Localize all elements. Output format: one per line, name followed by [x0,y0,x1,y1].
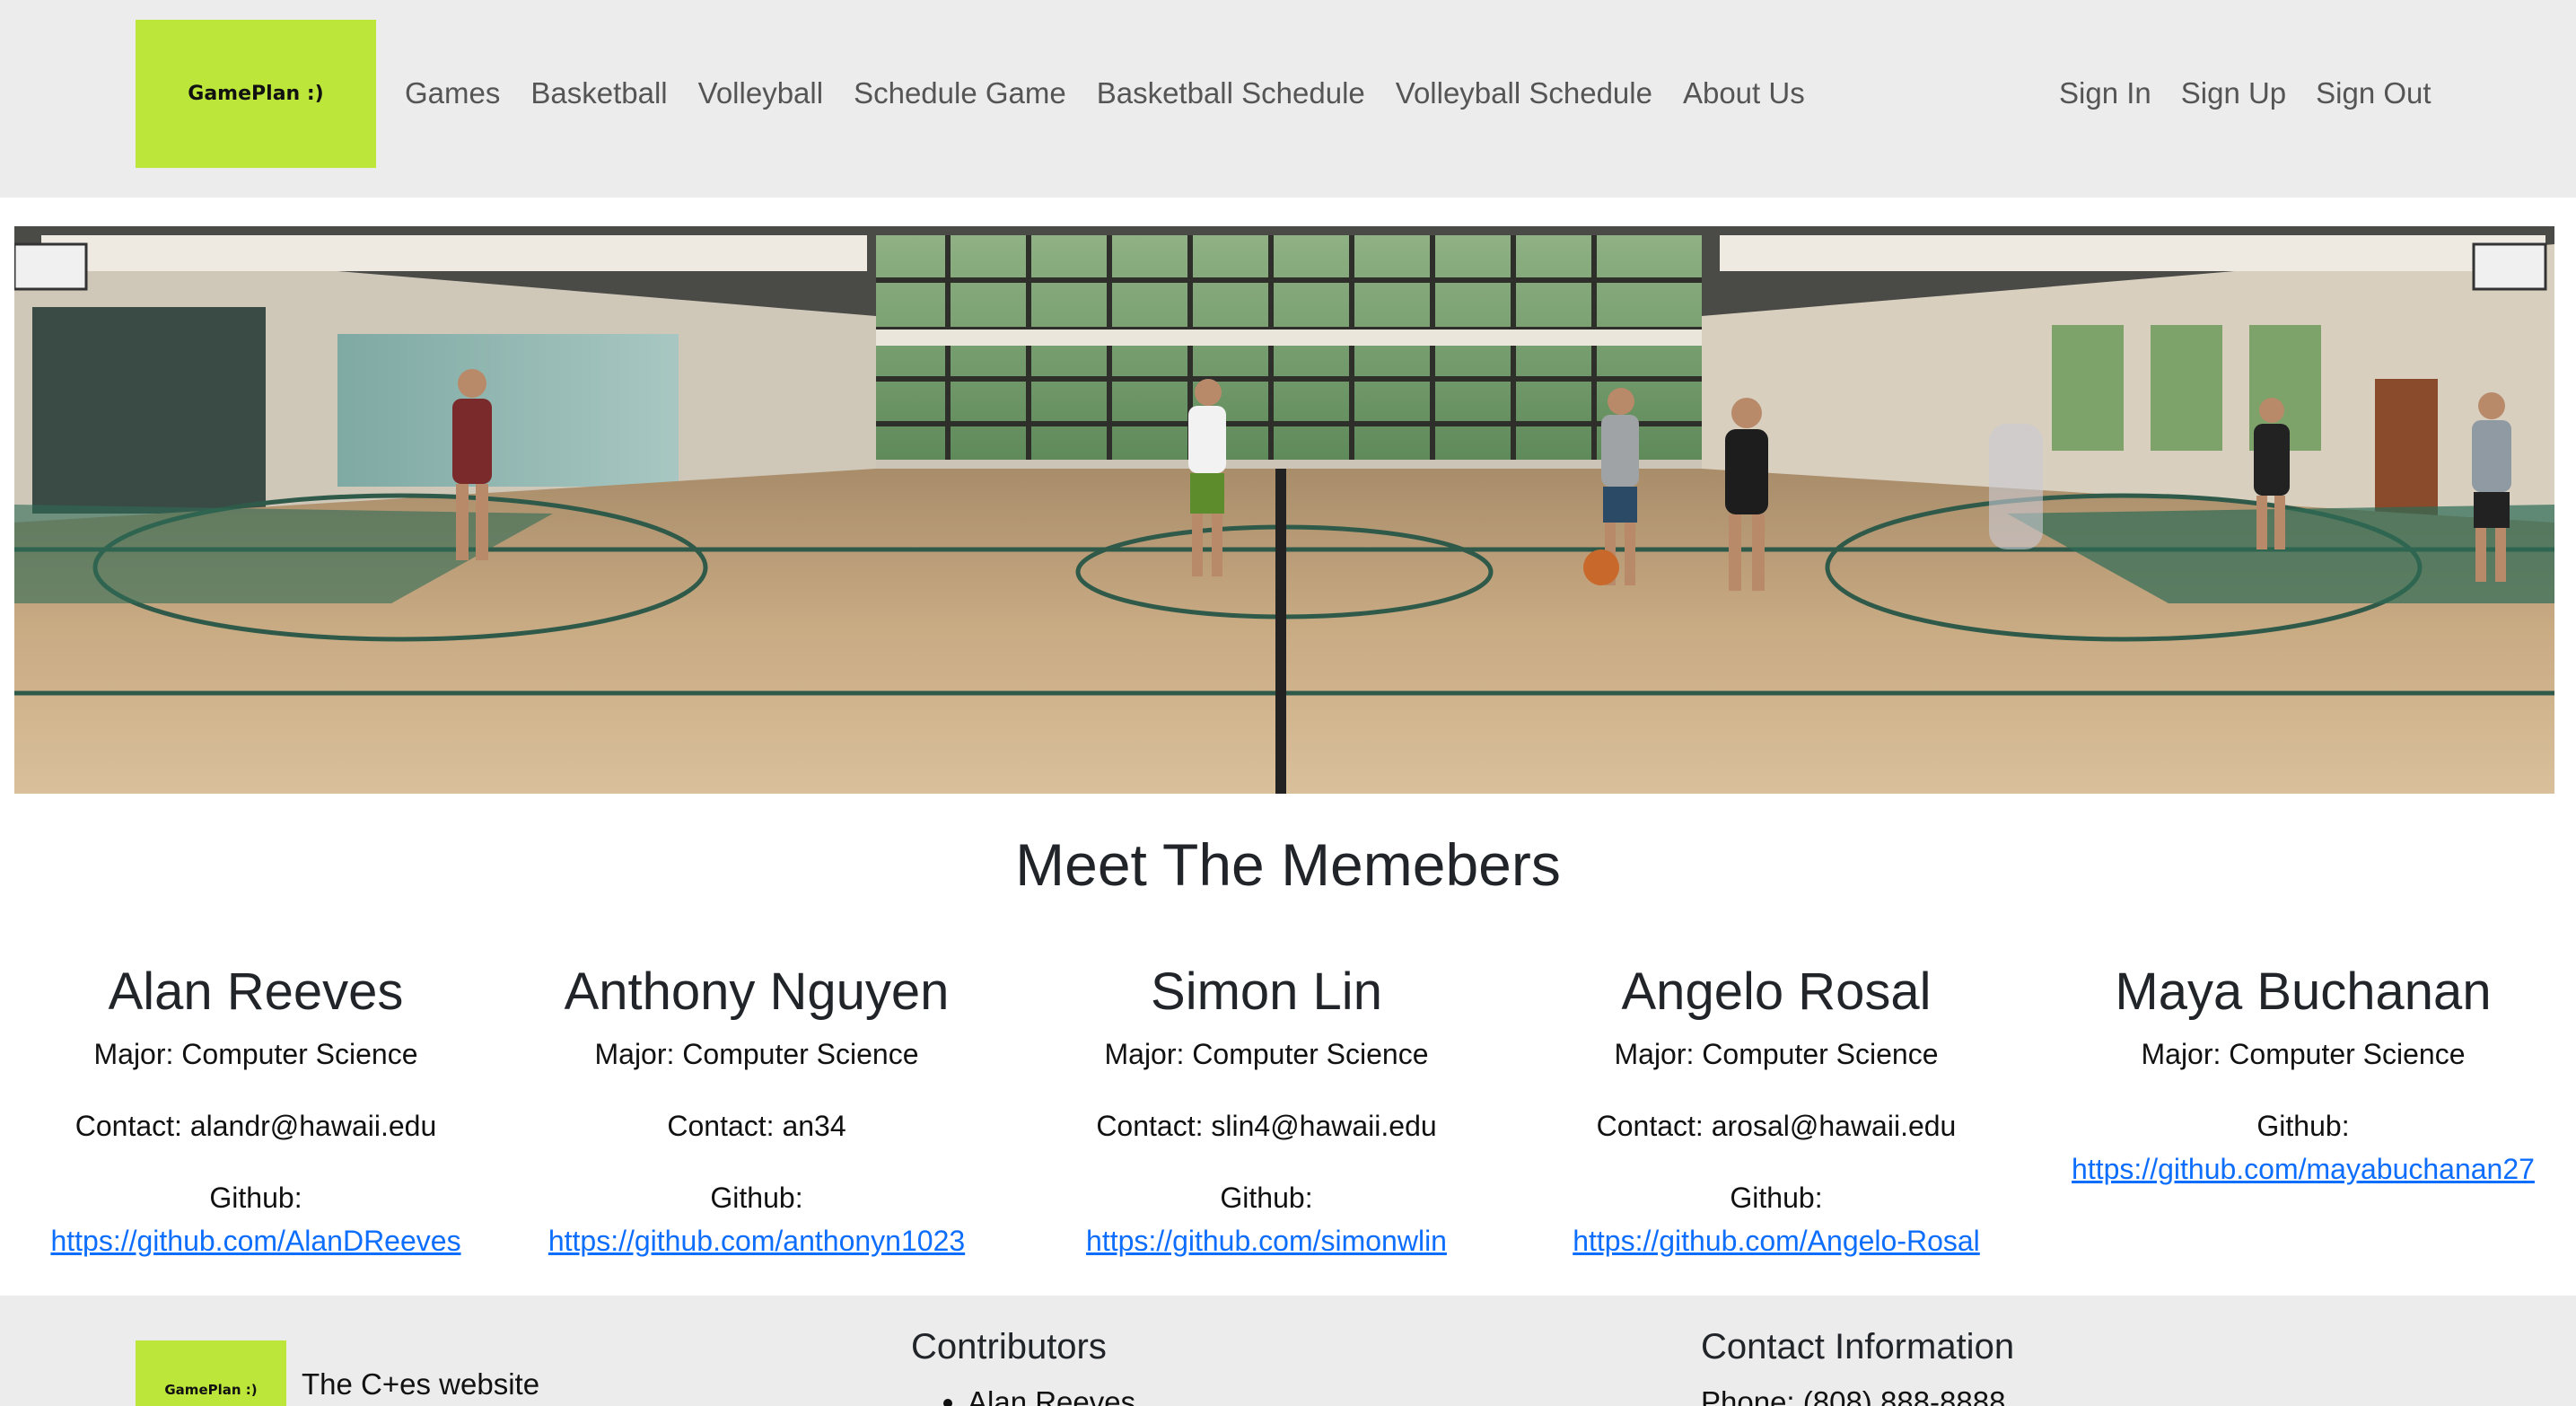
member-name: Simon Lin [1151,962,1382,1021]
github-label: Github: [1220,1182,1313,1214]
member-name: Maya Buchanan [2115,962,2492,1021]
member-major: Major: Computer Science [594,1038,919,1070]
member-major: Major: Computer Science [2141,1038,2466,1070]
sign-up-link[interactable]: Sign Up [2181,76,2286,110]
footer-logo-text: GamePlan :) [164,1382,258,1398]
sign-in-link[interactable]: Sign In [2059,76,2151,110]
member-github: Github: https://github.com/Angelo-Rosal [1521,1176,2031,1262]
contact-heading: Contact Information [1701,1327,2015,1366]
navbar: GamePlan :) Games Basketball Volleyball … [0,0,2576,198]
logo-text: GamePlan :) [188,83,324,105]
member-name: Angelo Rosal [1621,962,1932,1021]
members-section-title: Meet The Memebers [1015,831,1561,898]
github-label: Github: [1730,1182,1823,1214]
contributors-heading: Contributors [911,1327,1107,1366]
contributors-list: Alan Reeves [941,1385,1135,1406]
footer-logo[interactable]: GamePlan :) [136,1340,286,1406]
member-contact: Contact: slin4@hawaii.edu [1096,1110,1437,1142]
contributor-item: Alan Reeves [968,1385,1135,1406]
github-link[interactable]: https://github.com/simonwlin [1012,1219,1521,1262]
github-label: Github: [710,1182,803,1214]
github-label: Github: [2256,1110,2350,1142]
member-card: Simon Lin Major: Computer Science Contac… [1012,952,1521,1262]
member-name: Alan Reeves [108,962,404,1021]
member-major: Major: Computer Science [93,1038,418,1070]
github-link[interactable]: https://github.com/mayabuchanan27 [2048,1147,2558,1191]
github-link[interactable]: https://github.com/AlanDReeves [1,1219,511,1262]
brand-logo[interactable]: GamePlan :) [136,20,376,168]
nav-link-basketball-schedule[interactable]: Basketball Schedule [1097,76,1365,110]
nav-link-about-us[interactable]: About Us [1683,76,1805,110]
member-contact: Contact: alandr@hawaii.edu [74,1110,437,1142]
member-github: Github: https://github.com/AlanDReeves [1,1176,511,1262]
member-contact: Contact: an34 [667,1110,846,1142]
member-card: Anthony Nguyen Major: Computer Science C… [502,952,1012,1262]
footer-site-text: The C+es website [302,1367,540,1401]
sign-out-link[interactable]: Sign Out [2316,76,2431,110]
nav-link-schedule-game[interactable]: Schedule Game [854,76,1066,110]
github-label: Github: [209,1182,302,1214]
members-grid: Alan Reeves Major: Computer Science Cont… [0,952,2576,1293]
contact-phone: Phone: (808) 888-8888 [1701,1385,2006,1406]
footer: GamePlan :) The C+es website Contributor… [0,1296,2576,1406]
nav-link-volleyball-schedule[interactable]: Volleyball Schedule [1396,76,1652,110]
member-major: Major: Computer Science [1614,1038,1939,1070]
github-link[interactable]: https://github.com/anthonyn1023 [502,1219,1012,1262]
hero-gym-image [14,226,2554,794]
github-link[interactable]: https://github.com/Angelo-Rosal [1521,1219,2031,1262]
main-nav: Games Basketball Volleyball Schedule Gam… [405,70,1836,117]
member-github: Github: https://github.com/mayabuchanan2… [2048,1104,2558,1191]
member-card: Alan Reeves Major: Computer Science Cont… [1,952,511,1262]
member-github: Github: https://github.com/anthonyn1023 [502,1176,1012,1262]
member-card: Maya Buchanan Major: Computer Science Gi… [2048,952,2558,1191]
nav-link-games[interactable]: Games [405,76,500,110]
member-card: Angelo Rosal Major: Computer Science Con… [1521,952,2031,1262]
member-major: Major: Computer Science [1104,1038,1429,1070]
member-contact: Contact: arosal@hawaii.edu [1596,1110,1957,1142]
nav-link-basketball[interactable]: Basketball [530,76,667,110]
member-github: Github: https://github.com/simonwlin [1012,1176,1521,1262]
nav-link-volleyball[interactable]: Volleyball [698,76,823,110]
auth-nav: Sign In Sign Up Sign Out [2059,70,2461,117]
member-name: Anthony Nguyen [564,962,950,1021]
